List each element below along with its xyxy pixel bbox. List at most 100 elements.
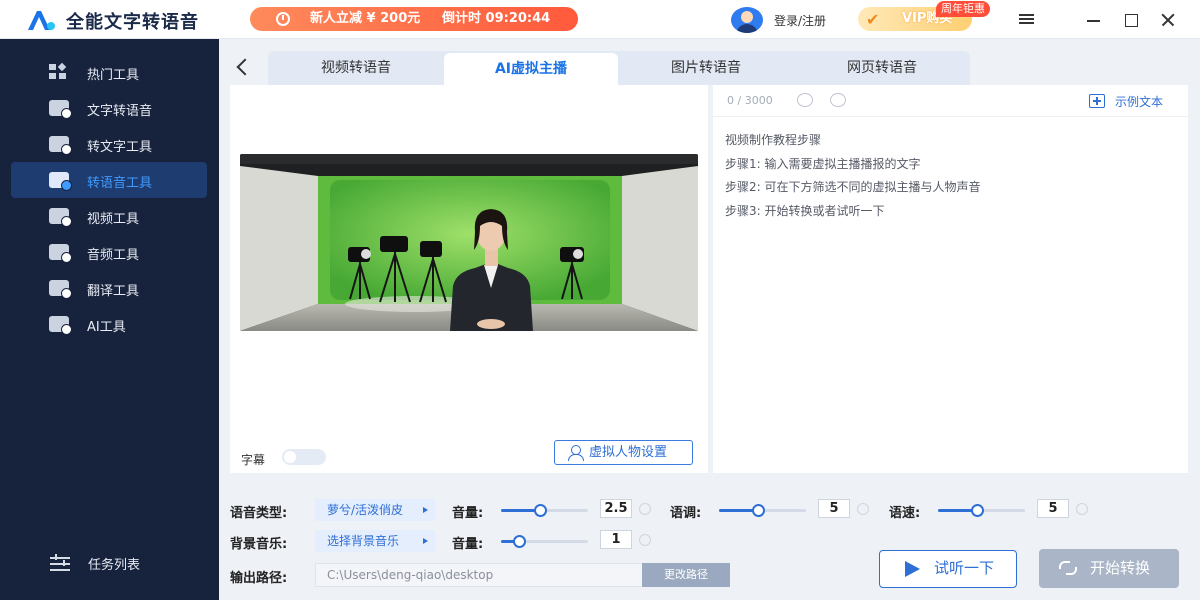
voice-type-value: 萝兮/活泼俏皮	[327, 503, 404, 517]
tab-video-to-speech[interactable]: 视频转语音	[268, 51, 444, 85]
output-path-input[interactable]: C:\Users\deng-qiao\desktop	[315, 563, 643, 587]
volume-reset-icon[interactable]	[639, 503, 651, 515]
sidebar-item-label: 翻译工具	[87, 284, 140, 299]
ai-icon	[49, 316, 72, 335]
start-convert-button[interactable]: 开始转换	[1039, 549, 1179, 588]
undo-icon[interactable]	[797, 93, 813, 107]
audio-icon	[49, 244, 72, 263]
video-icon	[49, 208, 72, 227]
virtual-anchor-preview	[240, 154, 698, 331]
volume-value[interactable]: 2.5	[600, 499, 632, 518]
speed-reset-icon[interactable]	[1076, 503, 1088, 515]
bgm-volume-label: 音量:	[452, 537, 484, 552]
avatar-settings-label: 虚拟人物设置	[589, 445, 668, 460]
user-avatar[interactable]	[731, 7, 763, 33]
speed-slider[interactable]	[938, 504, 1025, 517]
tab-bar: 视频转语音 AI虚拟主播 图片转语音 网页转语音	[268, 51, 970, 85]
bgm-volume-reset-icon[interactable]	[639, 534, 651, 546]
bgm-volume-slider[interactable]	[501, 535, 588, 548]
close-icon[interactable]	[1159, 11, 1177, 29]
sidebar-item-video[interactable]: 视频工具	[11, 198, 207, 234]
app-logo-icon	[28, 11, 55, 30]
editor-divider	[713, 116, 1188, 117]
caret-right-icon	[423, 538, 428, 544]
sidebar-item-hot-tools[interactable]: 热门工具	[11, 54, 207, 90]
tab-image-to-speech[interactable]: 图片转语音	[618, 51, 794, 85]
volume-slider-handle[interactable]	[534, 504, 547, 517]
step-3: 步骤3: 开始转换或者试听一下	[725, 203, 885, 218]
avatar-settings-button[interactable]: 虚拟人物设置	[554, 440, 693, 465]
convert-icon	[1059, 559, 1079, 577]
promo-banner[interactable]: 新人立减 ¥ 200元 倒计时 09:20:44	[250, 7, 578, 31]
play-icon	[905, 561, 920, 577]
menu-icon[interactable]	[1018, 12, 1036, 30]
alarm-clock-icon	[276, 12, 290, 26]
redo-icon[interactable]	[830, 93, 846, 107]
bgm-select[interactable]: 选择背景音乐	[315, 530, 435, 552]
sample-text-label: 示例文本	[1115, 95, 1164, 109]
person-icon	[567, 445, 584, 461]
add-icon	[1089, 94, 1105, 108]
text-to-speech-icon	[49, 100, 72, 119]
preview-listen-label: 试听一下	[934, 559, 995, 577]
sidebar-item-label: 热门工具	[87, 68, 140, 83]
text-editor-panel[interactable]: 0 / 3000 示例文本 视频制作教程步骤 步骤1: 输入需要虚拟主播播报的文…	[713, 85, 1188, 473]
sidebar: 热门工具 文字转语音 转文字工具 转语音工具 视频工具 音频工具 翻译工具 AI…	[0, 39, 219, 600]
task-list-label: 任务列表	[88, 558, 141, 573]
voice-type-label: 语音类型:	[230, 506, 288, 521]
volume-slider[interactable]	[501, 504, 588, 517]
sidebar-item-to-speech[interactable]: 转语音工具	[11, 162, 207, 198]
change-path-button[interactable]: 更改路径	[642, 563, 730, 587]
bgm-volume-slider-handle[interactable]	[513, 535, 526, 548]
sidebar-item-label: 视频工具	[87, 212, 140, 227]
step-1: 步骤1: 输入需要虚拟主播播报的文字	[725, 156, 921, 171]
sidebar-item-label: AI工具	[87, 320, 126, 335]
back-arrow-icon[interactable]	[234, 57, 250, 77]
promo-label: 新人立减 ¥ 200元	[310, 11, 421, 26]
subtitle-label: 字幕	[241, 453, 266, 467]
to-text-icon	[49, 136, 72, 155]
preview-panel: 字幕 虚拟人物设置	[230, 85, 708, 473]
to-speech-icon	[49, 172, 72, 191]
sidebar-item-label: 文字转语音	[87, 104, 153, 119]
translate-icon	[49, 280, 72, 299]
tab-web-to-speech[interactable]: 网页转语音	[794, 51, 970, 85]
title-bar: 全能文字转语音 新人立减 ¥ 200元 倒计时 09:20:44 登录/注册 ✔…	[0, 0, 1200, 39]
subtitle-toggle[interactable]	[282, 449, 326, 465]
task-list-icon	[50, 554, 70, 571]
volume-label: 音量:	[452, 506, 484, 521]
bgm-label: 背景音乐:	[230, 537, 288, 552]
bgm-volume-value[interactable]: 1	[600, 530, 632, 549]
sidebar-item-translate[interactable]: 翻译工具	[11, 270, 207, 306]
output-path-label: 输出路径:	[230, 571, 288, 586]
start-convert-label: 开始转换	[1090, 559, 1151, 577]
preview-listen-button[interactable]: 试听一下	[879, 550, 1017, 588]
sidebar-item-text-to-speech[interactable]: 文字转语音	[11, 90, 207, 126]
minimize-icon[interactable]	[1085, 11, 1103, 29]
pitch-reset-icon[interactable]	[857, 503, 869, 515]
pitch-slider[interactable]	[719, 504, 806, 517]
speed-slider-handle[interactable]	[971, 504, 984, 517]
step-title: 视频制作教程步骤	[725, 133, 822, 147]
speed-value[interactable]: 5	[1037, 499, 1069, 518]
vip-crown-icon: ✔	[866, 10, 880, 29]
login-link[interactable]: 登录/注册	[774, 12, 826, 29]
sidebar-item-audio[interactable]: 音频工具	[11, 234, 207, 270]
pitch-slider-handle[interactable]	[752, 504, 765, 517]
bgm-value: 选择背景音乐	[327, 534, 400, 548]
app-title: 全能文字转语音	[66, 12, 199, 33]
tab-ai-anchor[interactable]: AI虚拟主播	[444, 53, 618, 85]
editor-placeholder: 视频制作教程步骤 步骤1: 输入需要虚拟主播播报的文字 步骤2: 可在下方筛选不…	[725, 129, 981, 223]
promo-countdown: 倒计时 09:20:44	[442, 11, 551, 26]
pitch-value[interactable]: 5	[818, 499, 850, 518]
sidebar-item-to-text[interactable]: 转文字工具	[11, 126, 207, 162]
pitch-label: 语调:	[670, 506, 702, 521]
voice-type-select[interactable]: 萝兮/活泼俏皮	[315, 499, 435, 521]
vip-promo-badge: 周年钜惠	[936, 1, 990, 17]
speed-label: 语速:	[889, 506, 921, 521]
sidebar-item-ai[interactable]: AI工具	[11, 306, 207, 342]
maximize-icon[interactable]	[1122, 11, 1140, 29]
step-2: 步骤2: 可在下方筛选不同的虚拟主播与人物声音	[725, 180, 981, 194]
sidebar-item-label: 转文字工具	[87, 140, 153, 155]
char-counter: 0 / 3000	[727, 94, 773, 107]
